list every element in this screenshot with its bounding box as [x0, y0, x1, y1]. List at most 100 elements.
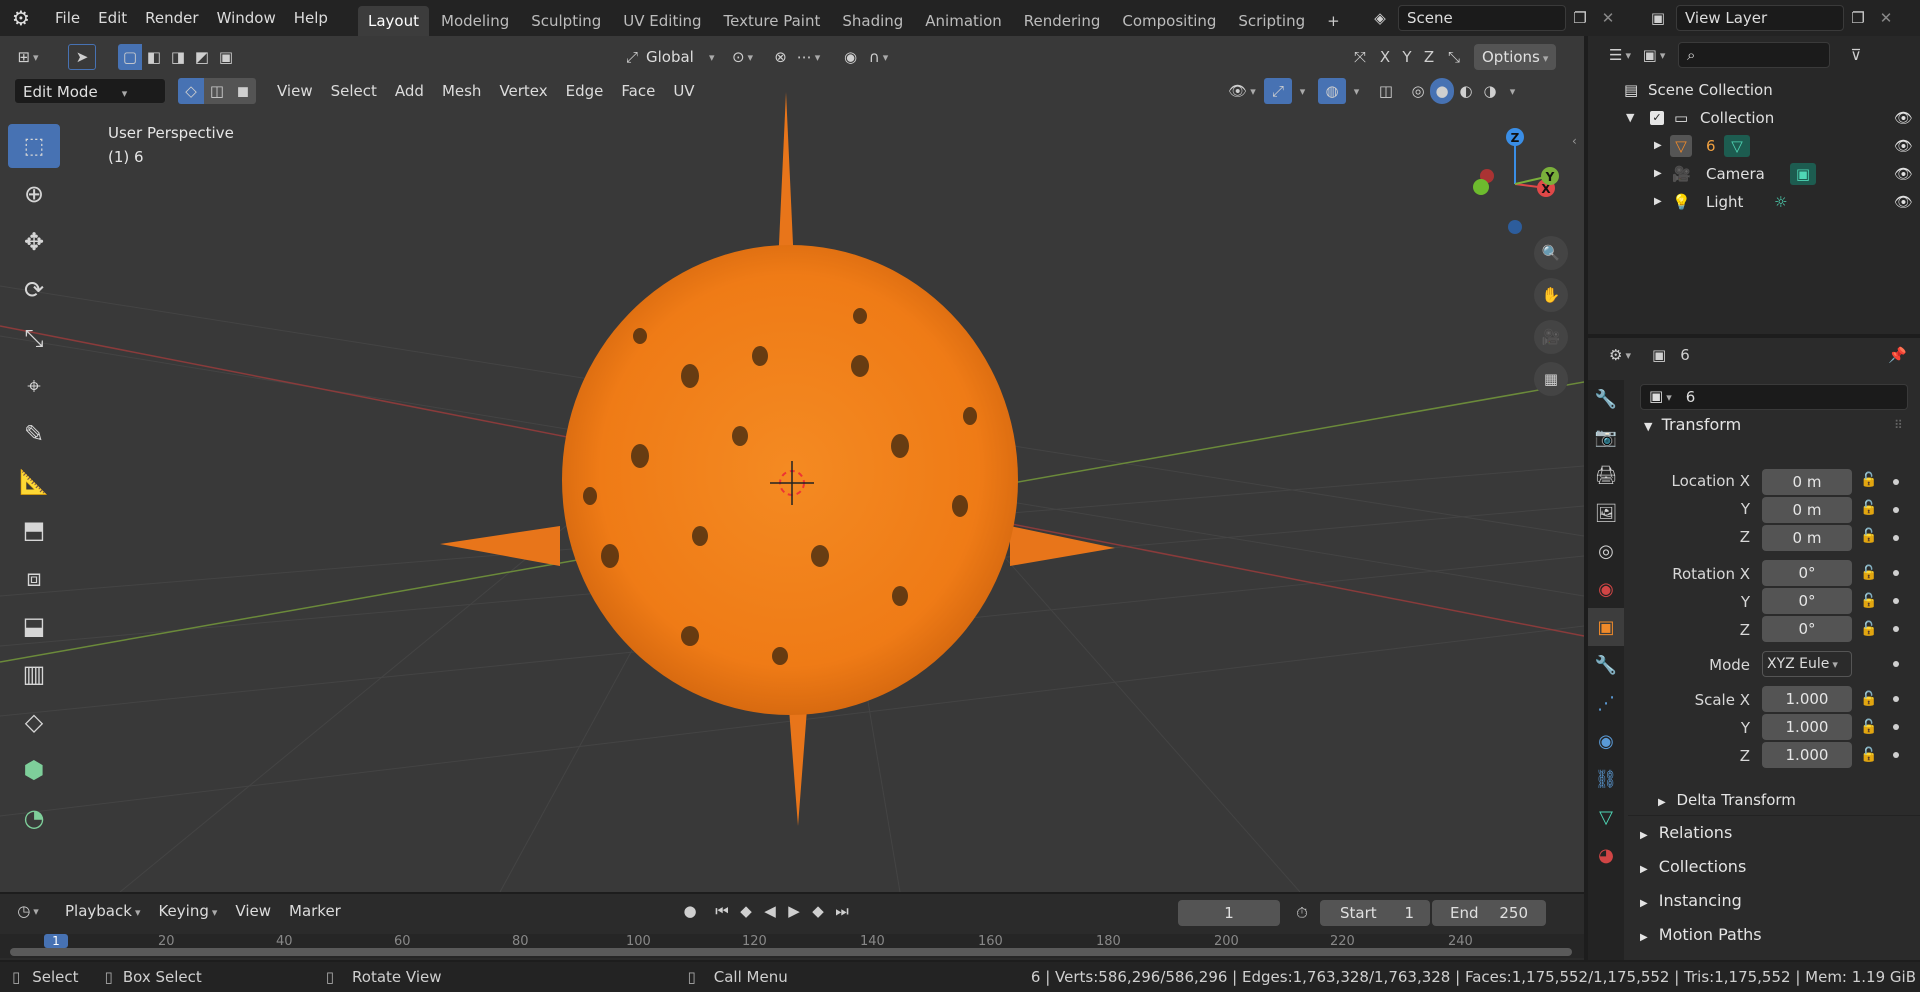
- menu-add[interactable]: Add: [386, 78, 433, 104]
- delete-scene-icon[interactable]: ✕: [1594, 5, 1622, 31]
- 3d-viewport[interactable]: Z X Y ⊞ ▾ ➤ ▢ ◧ ◨ ◩ ▣ ⤢ Global ▾ ⊙ ▾ ⊗ ⋯ ▾ …: [0, 36, 1584, 892]
- tab-modeling[interactable]: Modeling: [431, 6, 519, 36]
- tab-animation[interactable]: Animation: [915, 6, 1011, 36]
- visibility-eye-icon[interactable]: 👁: [1894, 188, 1913, 216]
- loop-cut-tool[interactable]: ▥: [8, 652, 60, 696]
- lock-icon[interactable]: 🔓: [1860, 528, 1877, 544]
- edge-select-mode-icon[interactable]: ◫: [204, 78, 230, 104]
- view-layer-browse-icon[interactable]: ▣: [1644, 5, 1672, 31]
- snap-target-icon[interactable]: ⋯ ▾: [795, 44, 823, 70]
- location-x-field[interactable]: 0 m: [1762, 469, 1852, 495]
- menu-help[interactable]: Help: [285, 3, 337, 33]
- menu-edge[interactable]: Edge: [557, 78, 613, 104]
- blender-logo-icon[interactable]: ⚙: [12, 6, 46, 30]
- viewport-canvas[interactable]: Z X Y: [0, 36, 1584, 892]
- collections-panel-header[interactable]: ▶ Collections: [1640, 852, 1746, 882]
- expand-arrow-icon[interactable]: ▶: [1654, 160, 1662, 188]
- annotate-tool[interactable]: ✎: [8, 412, 60, 456]
- keyframe-dot-icon[interactable]: [1893, 570, 1899, 576]
- transform-orientation-select[interactable]: Global: [646, 48, 706, 66]
- output-tab-icon[interactable]: 🖨: [1588, 456, 1624, 494]
- new-view-layer-icon[interactable]: ❐: [1844, 5, 1872, 31]
- proportional-edit-icon[interactable]: ◉: [837, 44, 865, 70]
- prev-keyframe-icon[interactable]: ◆: [734, 898, 758, 924]
- bevel-tool[interactable]: ⬓: [8, 604, 60, 648]
- keyframe-dot-icon[interactable]: [1893, 696, 1899, 702]
- data-tab-icon[interactable]: ▽: [1588, 798, 1624, 836]
- modifier-tab-icon[interactable]: 🔧: [1588, 646, 1624, 684]
- spin-tool[interactable]: ◔: [8, 796, 60, 840]
- scene-field[interactable]: Scene: [1398, 5, 1566, 31]
- expand-arrow-icon[interactable]: ▶: [1654, 132, 1662, 160]
- wireframe-shading-icon[interactable]: ◎: [1406, 78, 1430, 104]
- mode-set-icon[interactable]: ▢: [118, 44, 142, 70]
- select-box-tool[interactable]: ⬚: [8, 124, 60, 168]
- select-tool-icon[interactable]: ➤: [68, 44, 96, 70]
- tab-sculpting[interactable]: Sculpting: [521, 6, 611, 36]
- pivot-point-icon[interactable]: ⊙ ▾: [729, 44, 757, 70]
- shading-dropdown-icon[interactable]: ▾: [1502, 78, 1520, 104]
- options-button[interactable]: Options ▾: [1474, 44, 1557, 70]
- menu-select[interactable]: Select: [322, 78, 386, 104]
- instancing-panel-header[interactable]: ▶ Instancing: [1640, 886, 1742, 916]
- mode-extend-icon[interactable]: ◧: [142, 44, 166, 70]
- menu-mesh[interactable]: Mesh: [433, 78, 491, 104]
- cursor-tool[interactable]: ⊕: [8, 172, 60, 216]
- timeline-editor-icon[interactable]: ◷ ▾: [14, 898, 42, 924]
- keyframe-dot-icon[interactable]: [1893, 598, 1899, 604]
- mirror-y-toggle[interactable]: Y: [1396, 44, 1418, 70]
- expand-arrow-icon[interactable]: ▶: [1654, 188, 1662, 216]
- rotation-x-field[interactable]: 0°: [1762, 560, 1852, 586]
- scale-y-field[interactable]: 1.000: [1762, 714, 1852, 740]
- lock-icon[interactable]: 🔓: [1860, 719, 1877, 735]
- outliner-row-object-6[interactable]: ▶ ▽ 6 ▽ 👁: [1588, 132, 1920, 160]
- vertex-select-mode-icon[interactable]: ◇: [178, 78, 204, 104]
- outliner-row-camera[interactable]: ▶ 🎥 Camera ▣ 👁: [1588, 160, 1920, 188]
- scale-x-field[interactable]: 1.000: [1762, 686, 1852, 712]
- lock-icon[interactable]: 🔓: [1860, 500, 1877, 516]
- extrude-tool[interactable]: ⬒: [8, 508, 60, 552]
- outliner-editor-icon[interactable]: ☰ ▾: [1606, 42, 1634, 68]
- menu-timeline-view[interactable]: View: [226, 898, 280, 924]
- overlay-toggle-icon[interactable]: ◍: [1318, 78, 1346, 104]
- menu-file[interactable]: File: [46, 3, 89, 33]
- knife-tool[interactable]: ◇: [8, 700, 60, 744]
- pin-icon[interactable]: 📌: [1888, 346, 1907, 364]
- measure-tool[interactable]: 📐: [8, 460, 60, 504]
- play-reverse-icon[interactable]: ◀: [758, 898, 782, 924]
- tab-scripting[interactable]: Scripting: [1228, 6, 1315, 36]
- record-icon[interactable]: ●: [676, 898, 704, 924]
- mirror-z-toggle[interactable]: Z: [1418, 44, 1440, 70]
- pan-hand-icon[interactable]: ✋: [1534, 278, 1568, 312]
- tab-uv-editing[interactable]: UV Editing: [613, 6, 711, 36]
- current-frame-field[interactable]: 1: [1178, 900, 1280, 926]
- camera-data-icon[interactable]: ▣: [1790, 163, 1816, 185]
- tool-tab-icon[interactable]: 🔧: [1588, 380, 1624, 418]
- mirror-x-toggle[interactable]: X: [1374, 44, 1396, 70]
- material-shading-icon[interactable]: ◐: [1454, 78, 1478, 104]
- outliner-row-scene-collection[interactable]: ▤ Scene Collection: [1588, 76, 1920, 104]
- relations-panel-header[interactable]: ▶ Relations: [1640, 818, 1732, 848]
- scale-z-field[interactable]: 1.000: [1762, 742, 1852, 768]
- mode-subtract-icon[interactable]: ◨: [166, 44, 190, 70]
- tab-texture-paint[interactable]: Texture Paint: [714, 6, 831, 36]
- falloff-icon[interactable]: ∩ ▾: [865, 44, 893, 70]
- gizmo-z-label[interactable]: Z: [1511, 131, 1520, 145]
- delete-view-layer-icon[interactable]: ✕: [1872, 5, 1900, 31]
- keyframe-dot-icon[interactable]: [1893, 535, 1899, 541]
- menu-edit[interactable]: Edit: [89, 3, 136, 33]
- solid-shading-icon[interactable]: ●: [1430, 78, 1454, 104]
- mesh-data-icon[interactable]: ▽: [1724, 135, 1750, 157]
- constraints-tab-icon[interactable]: ⛓: [1588, 760, 1624, 798]
- playhead-frame[interactable]: 1: [44, 934, 68, 948]
- poly-build-tool[interactable]: ⬢: [8, 748, 60, 792]
- drag-handle-icon[interactable]: ⠿: [1894, 418, 1903, 432]
- display-mode-icon[interactable]: ▣ ▾: [1640, 42, 1668, 68]
- lock-icon[interactable]: 🔓: [1860, 691, 1877, 707]
- visibility-eye-icon[interactable]: 👁: [1894, 160, 1913, 188]
- mode-invert-icon[interactable]: ◩: [190, 44, 214, 70]
- particles-tab-icon[interactable]: ⋰: [1588, 684, 1624, 722]
- rotation-y-field[interactable]: 0°: [1762, 588, 1852, 614]
- menu-window[interactable]: Window: [208, 3, 285, 33]
- keyframe-dot-icon[interactable]: [1893, 479, 1899, 485]
